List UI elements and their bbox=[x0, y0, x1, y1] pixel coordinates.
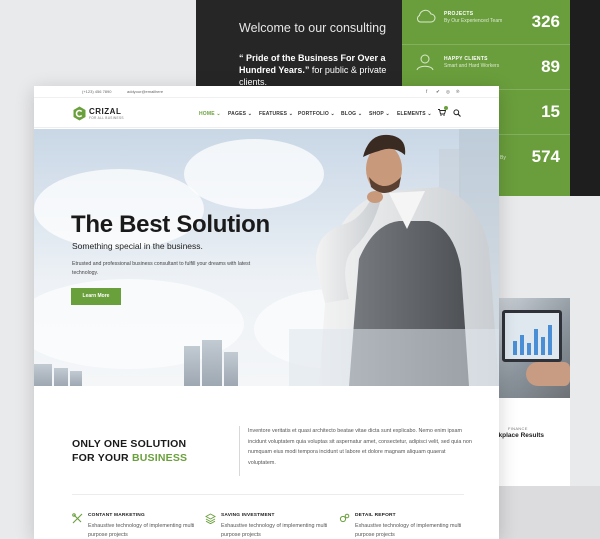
feature-text: Exhaustive technology of implementing mu… bbox=[355, 523, 462, 538]
cloud-icon bbox=[417, 9, 436, 23]
stat-value: 15 bbox=[541, 102, 560, 121]
cart-badge bbox=[444, 106, 448, 110]
cart-icon[interactable] bbox=[438, 109, 446, 116]
about-text: Inventore veritatis et quasi architecto … bbox=[248, 428, 472, 466]
stat-happy-clients: HAPPY CLIENTS Smart and Hard Workers 89 bbox=[402, 45, 570, 90]
phone-text[interactable]: (+123) 456 7890 bbox=[82, 89, 111, 94]
building bbox=[184, 346, 200, 386]
feature-text: Exhaustive technology of implementing mu… bbox=[88, 523, 195, 538]
email-text[interactable]: addyour@emailhere bbox=[127, 89, 163, 94]
stat-value: 326 bbox=[531, 12, 560, 31]
section-separator bbox=[72, 494, 464, 495]
stat-label: HAPPY CLIENTS bbox=[444, 56, 488, 62]
welcome-quote: “ Pride of the Business For Over a Hundr… bbox=[239, 52, 387, 88]
main-navbar: CRIZAL FOR ALL BUSINESS HOME ⌄ PAGES ⌄ F… bbox=[34, 98, 499, 128]
instagram-icon[interactable]: ◎ bbox=[446, 89, 450, 95]
blog-card-title[interactable]: rkplace Results bbox=[496, 432, 544, 439]
user-icon bbox=[416, 54, 434, 71]
background-welcome-panel: Welcome to our consulting “ Pride of the… bbox=[196, 0, 402, 88]
hero-section: The Best Solution Something special in t… bbox=[34, 129, 499, 386]
twitter-icon[interactable]: ✔ bbox=[436, 89, 440, 95]
stat-label: PROJECTS bbox=[444, 11, 474, 17]
blog-card-category: FINANCE bbox=[508, 426, 528, 431]
logo-name[interactable]: CRIZAL bbox=[89, 107, 121, 116]
top-bar: (+123) 456 7890 addyour@emailhere f ✔ ◎ … bbox=[34, 86, 499, 98]
gears-icon bbox=[339, 513, 350, 523]
hero-title: The Best Solution bbox=[71, 211, 270, 238]
building bbox=[224, 352, 238, 386]
nav-portfolio[interactable]: PORTFOLIO ⌄ bbox=[298, 111, 335, 117]
stat-value: 574 bbox=[531, 147, 560, 166]
logo-tagline: FOR ALL BUSINESS bbox=[89, 116, 124, 120]
nav-shop[interactable]: SHOP ⌄ bbox=[369, 111, 390, 117]
about-divider bbox=[239, 426, 240, 476]
website-mockup: (+123) 456 7890 addyour@emailhere f ✔ ◎ … bbox=[34, 86, 499, 539]
building bbox=[54, 368, 68, 386]
blog-card[interactable]: FINANCE rkplace Results bbox=[496, 398, 570, 486]
feature-title: DETAIL REPORT bbox=[355, 513, 396, 518]
building bbox=[70, 371, 82, 386]
stat-sub: Smart and Hard Workers bbox=[444, 63, 500, 69]
facebook-icon[interactable]: f bbox=[426, 89, 427, 94]
pinterest-icon[interactable]: ℗ bbox=[456, 89, 459, 94]
businessman-image bbox=[289, 129, 499, 386]
about-title: ONLY ONE SOLUTION FOR YOUR BUSINESS bbox=[72, 438, 187, 465]
background-dark-strip bbox=[570, 0, 600, 196]
stat-value: 89 bbox=[541, 57, 560, 76]
search-icon[interactable] bbox=[453, 109, 461, 117]
about-title-highlight: BUSINESS bbox=[131, 451, 188, 464]
background-bottom-block bbox=[496, 486, 600, 539]
nav-pages[interactable]: PAGES ⌄ bbox=[228, 111, 252, 117]
hand-graphic bbox=[526, 362, 570, 386]
blog-card-image bbox=[496, 298, 570, 398]
nav-features[interactable]: FEATURES ⌄ bbox=[259, 111, 293, 117]
logo-hexagon-icon[interactable] bbox=[72, 106, 87, 121]
about-title-line1: ONLY ONE SOLUTION bbox=[72, 438, 187, 450]
stat-sub: By Our Experienced Team bbox=[444, 18, 503, 24]
feature-text: Exhaustive technology of implementing mu… bbox=[221, 523, 328, 538]
nav-home[interactable]: HOME ⌄ bbox=[199, 111, 221, 117]
stat-sub: By bbox=[500, 155, 506, 161]
about-title-line2: FOR YOUR BUSINESS bbox=[72, 451, 188, 464]
laptop-screen bbox=[502, 310, 562, 362]
nav-elements[interactable]: ELEMENTS ⌄ bbox=[397, 111, 432, 117]
hero-subtitle: Something special in the business. bbox=[72, 241, 203, 251]
building bbox=[202, 340, 222, 386]
nav-blog[interactable]: BLOG ⌄ bbox=[341, 111, 362, 117]
building bbox=[34, 364, 52, 386]
chart-graphic bbox=[513, 325, 552, 355]
layers-icon bbox=[205, 513, 216, 524]
feature-title: SAVING INVESTMENT bbox=[221, 513, 275, 518]
stat-projects: PROJECTS By Our Experienced Team 326 bbox=[402, 0, 570, 45]
hero-description: Etrusted and professional business consu… bbox=[72, 261, 251, 276]
feature-title: CONTANT MARKETING bbox=[88, 513, 145, 518]
welcome-heading: Welcome to our consulting bbox=[239, 21, 387, 35]
learn-more-button[interactable]: Learn More bbox=[71, 288, 121, 305]
tools-icon bbox=[72, 513, 83, 524]
